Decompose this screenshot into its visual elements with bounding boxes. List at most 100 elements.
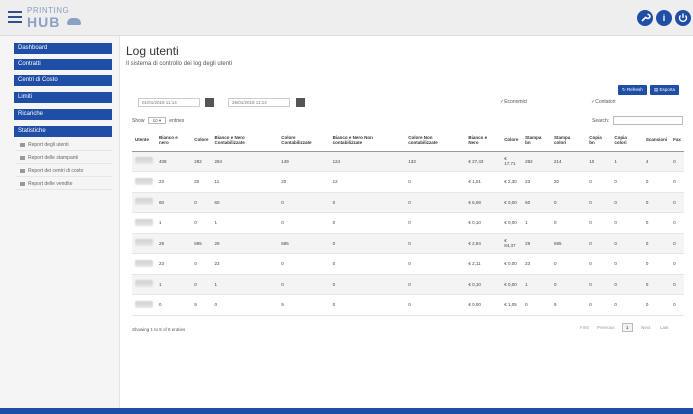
table-row: 408 282 284 149 124 133 € 27,43 € 17,71 282 214 10… — [132, 151, 684, 172]
top-bar: PRINTING HUB i — [0, 0, 693, 36]
column-header[interactable]: Colore — [191, 129, 212, 152]
main-content: Log utenti Il sistema di controllo dei l… — [120, 36, 693, 408]
table-cell: 0 — [586, 274, 612, 295]
column-header[interactable]: Copia bn — [586, 129, 612, 152]
redacted-username — [135, 259, 153, 267]
export-button[interactable]: ▤ Esporta — [650, 85, 680, 95]
table-cell: 214 — [550, 151, 587, 172]
info-glyph: i — [662, 13, 666, 23]
sidebar-item-limiti[interactable]: Limiti — [14, 92, 112, 103]
table-cell: € 2,94 — [465, 233, 502, 254]
column-header[interactable]: Bianco e Nero — [465, 129, 502, 152]
contatori-checkbox[interactable]: ✓Contatori — [591, 99, 616, 105]
column-header[interactable]: Colore — [501, 129, 523, 152]
table-cell: 23 — [156, 171, 192, 193]
date-from-input[interactable]: 01/01/2018 11:14 — [138, 98, 200, 107]
table-cell: € 84,37 — [501, 233, 523, 254]
sidebar-item-contratti[interactable]: Contratti — [14, 59, 112, 70]
table-cell: 0 — [191, 253, 212, 275]
redacted-username — [135, 177, 153, 185]
table-cell: 0 — [405, 171, 466, 193]
user-cell-redacted — [132, 253, 156, 275]
table-cell: 0 — [405, 274, 466, 295]
table-cell: 9 — [550, 294, 587, 316]
footer-bar — [0, 408, 693, 414]
column-header[interactable]: Fax — [670, 129, 684, 152]
column-header[interactable]: Colore Contabilizzate — [278, 129, 330, 152]
column-header[interactable]: Utente — [132, 129, 156, 152]
table-cell: 0 — [611, 212, 643, 234]
table-cell: 10 — [586, 151, 612, 172]
users-icon — [20, 142, 25, 147]
table-row: 0 9 0 9 0 0 € 0,00 € 1,05 0 9 0 0 0 0 — [132, 294, 684, 316]
column-header[interactable]: Bianco e nero — [156, 129, 192, 152]
table-cell: € 0,10 — [465, 212, 502, 234]
refresh-button[interactable]: ↻ Refresh — [618, 85, 647, 95]
hamburger-menu-icon[interactable] — [8, 11, 22, 23]
redacted-username — [135, 157, 153, 165]
column-header[interactable]: Colore Non contabilizzate — [405, 129, 466, 152]
table-cell: 1 — [522, 212, 551, 234]
table-cell: 0 — [586, 233, 612, 254]
wrench-icon[interactable] — [637, 10, 653, 26]
table-cell: 0 — [329, 274, 406, 295]
sidebar-subitem-report-utenti[interactable]: Report degli utenti — [16, 140, 112, 151]
pagination-next[interactable]: Next — [641, 325, 650, 330]
table-cell: 1 — [156, 212, 192, 234]
economici-checkbox[interactable]: ✓Economici — [500, 99, 527, 105]
column-header[interactable]: Bianco e Nero Contabilizzate — [211, 129, 279, 152]
table-cell: 0 — [670, 253, 684, 275]
table-cell: 0 — [642, 274, 671, 295]
calendar-icon[interactable] — [205, 98, 214, 107]
column-header[interactable]: Copia colori — [611, 129, 643, 152]
table-cell: 0 — [611, 294, 643, 316]
printer-icon — [20, 155, 25, 160]
entries-label: entries — [169, 118, 185, 124]
date-to-input[interactable]: 26/01/2018 11:14 — [228, 98, 290, 107]
sidebar-subitem-report-stampanti[interactable]: Report delle stampanti — [16, 153, 112, 164]
entries-select[interactable]: 10 ▾ — [147, 117, 166, 124]
table-cell: 0 — [550, 274, 587, 295]
table-cell: 23 — [522, 253, 551, 275]
table-cell: 1 — [611, 151, 643, 172]
pagination-previous[interactable]: Previous — [597, 325, 615, 330]
table-row: 23 20 11 20 12 0 € 1,01 € 2,30 23 20 0 0 0 0 — [132, 171, 684, 193]
sidebar-item-centri-di-costo[interactable]: Centri di Costo — [14, 75, 112, 86]
sidebar-item-statistiche[interactable]: Statistiche — [14, 126, 112, 137]
pagination-current[interactable]: 1 — [622, 323, 633, 332]
pagination-first[interactable]: First — [580, 325, 589, 330]
search-input[interactable] — [613, 116, 683, 125]
sidebar-item-ricariche[interactable]: Ricariche — [14, 109, 112, 120]
sidebar-subitem-report-centri[interactable]: Report dei centri di costo — [16, 166, 112, 177]
table-cell: 29 — [156, 233, 192, 254]
redacted-username — [135, 300, 153, 308]
export-label: Esporta — [659, 87, 676, 92]
table-cell: 408 — [156, 151, 192, 172]
table-cell: 23 — [522, 171, 551, 193]
table-cell: 0 — [329, 253, 406, 275]
table-cell: 0 — [670, 233, 684, 254]
table-info: Showing 1 to 8 of 8 entries — [132, 327, 186, 332]
sidebar-subitem-report-vendite[interactable]: Report delle vendite — [16, 179, 112, 190]
table-cell: 0 — [191, 274, 212, 295]
table-cell: € 17,71 — [501, 151, 523, 172]
table-body: 408 282 284 149 124 133 € 27,43 € 17,71 282 214 10… — [132, 151, 684, 316]
calendar-icon[interactable] — [296, 98, 305, 107]
column-header[interactable]: Bianco e Nero Non contabilizzate — [329, 129, 406, 152]
show-label: Show — [132, 118, 145, 124]
table-row: 60 0 60 0 0 0 € 6,08 € 0,00 60 0 0 0 0 0 — [132, 192, 684, 213]
column-header[interactable]: Scansioni — [642, 129, 671, 152]
column-header[interactable]: Stampa bn — [522, 129, 551, 152]
table-cell: 11 — [211, 171, 279, 193]
table-cell: 0 — [405, 192, 466, 213]
table-cell: 0 — [586, 253, 612, 275]
sidebar-subitem-label: Report dei centri di costo — [28, 168, 84, 174]
contatori-label: Contatori — [595, 99, 616, 105]
sidebar-item-dashboard[interactable]: Dashboard — [14, 43, 112, 54]
power-icon[interactable] — [675, 10, 691, 26]
info-icon[interactable]: i — [656, 10, 672, 26]
table-cell: 0 — [329, 294, 406, 316]
printing-hub-logo[interactable]: PRINTING HUB — [27, 6, 87, 32]
column-header[interactable]: Stampa colori — [550, 129, 587, 152]
pagination-last[interactable]: Last — [660, 325, 669, 330]
